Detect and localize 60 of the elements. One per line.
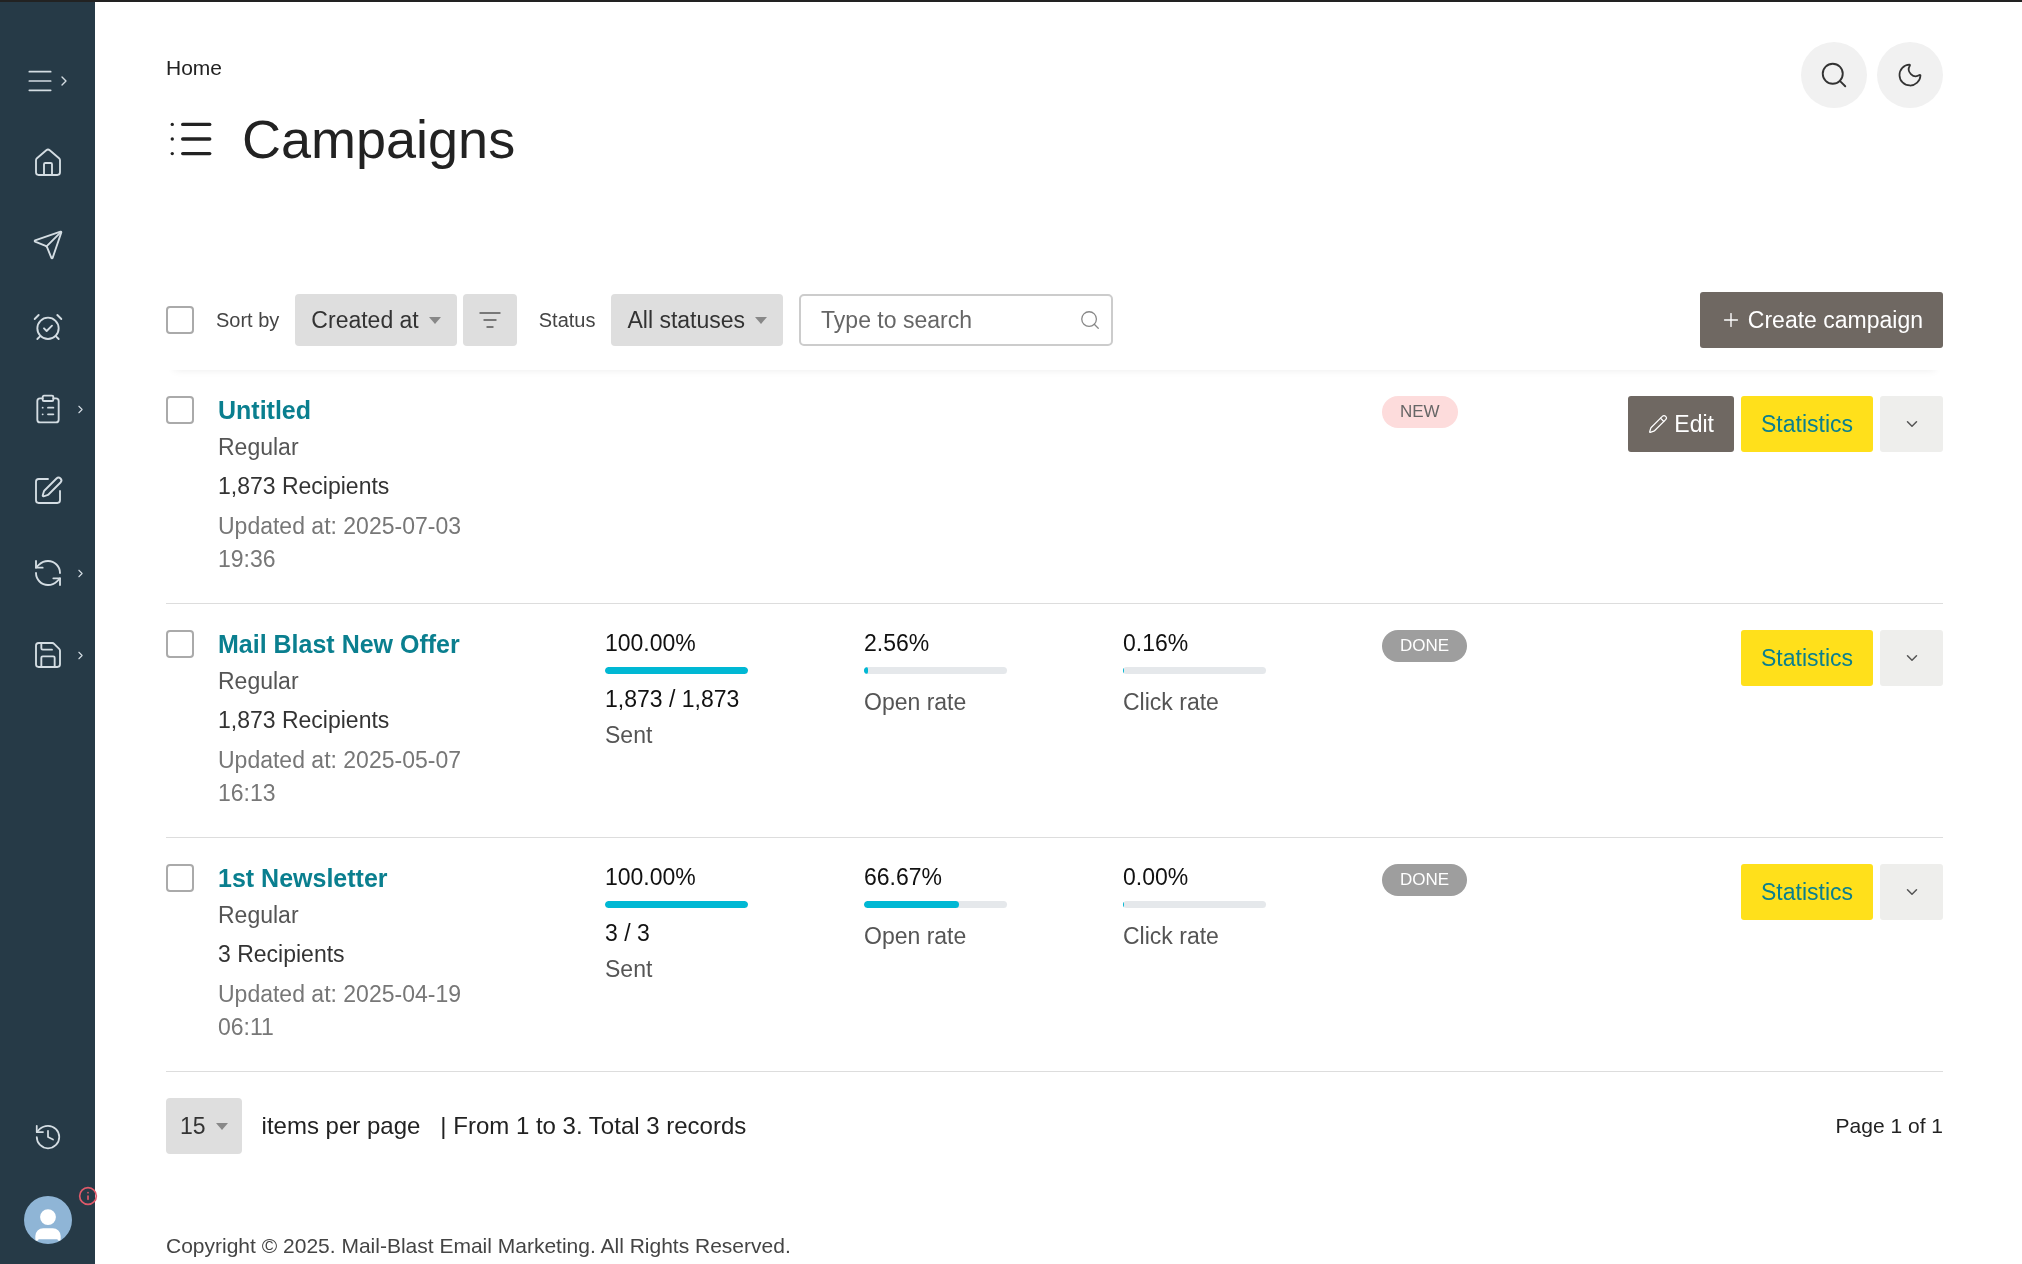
pencil-icon [1648,414,1669,434]
campaign-name-link[interactable]: 1st Newsletter [218,864,605,893]
updated-at: Updated at: 2025-05-07 16:13 [218,745,462,809]
statistics-button[interactable]: Statistics [1740,396,1873,452]
alarm-icon [31,311,64,343]
search-field[interactable]: Type to search [799,294,1114,346]
send-icon [31,229,64,261]
moon-icon [1896,61,1924,89]
sort-select[interactable]: Created at [295,294,457,346]
campaign-name-link[interactable]: Mail Blast New Offer [218,630,605,659]
row-checkbox[interactable] [166,630,194,658]
sort-label: Sort by [216,308,280,332]
create-campaign-button[interactable]: Create campaign [1699,292,1943,348]
updated-at: Updated at: 2025-07-03 19:36 [218,511,462,575]
status-badge: NEW [1382,396,1458,428]
campaign-type: Regular [218,901,300,930]
recipients-count: 3 Recipients [218,940,346,970]
metric-value: 2.56% [864,630,931,657]
button-label: Create campaign [1747,306,1923,334]
copyright-text: Copyright © 2025. Mail-Blast Email Marketing. All Rights Reserved. [166,1234,792,1258]
status-select[interactable]: All statuses [611,294,784,346]
metric-label: Click rate [1123,688,1220,717]
select-all-checkbox[interactable] [166,306,194,334]
button-label: Edit [1674,410,1714,438]
metric-label: Sent [605,721,654,750]
search-icon [1819,60,1849,90]
search-icon [1079,309,1102,331]
metric-label: Open rate [864,922,968,951]
metric-label: Click rate [1123,922,1220,951]
metric-label: Open rate [864,688,968,717]
info-icon [77,1186,98,1206]
breadcrumb-link[interactable]: Home [166,56,223,80]
metric-value: 100.00% [605,864,697,891]
campaign-type: Regular [218,433,300,462]
statistics-button[interactable]: Statistics [1740,864,1873,920]
metric-value: 0.00% [1123,864,1190,891]
per-page-select[interactable]: 15 [166,1098,242,1154]
recipients-count: 1,873 Recipients [218,706,391,736]
sent-count: 3 / 3 [605,920,651,947]
campaign-type: Regular [218,667,300,696]
status-badge: DONE [1382,630,1468,662]
sort-order-button[interactable] [462,294,517,346]
row-checkbox[interactable] [166,864,194,892]
campaign-name-link[interactable]: Untitled [218,396,605,425]
metric-label: Sent [605,955,654,984]
status-label: Status [538,308,596,332]
page-indicator: Page 1 of 1 [1835,1114,1943,1138]
metric-value: 0.16% [1123,630,1190,657]
sent-count: 1,873 / 1,873 [605,686,741,713]
per-page-label: items per page [261,1112,421,1140]
edit-button[interactable]: Edit [1628,396,1734,452]
page-title: Campaigns [242,108,516,170]
status-badge: DONE [1382,864,1468,896]
records-summary: | From 1 to 3. Total 3 records [440,1112,747,1140]
statistics-button[interactable]: Statistics [1740,630,1873,686]
recipients-count: 1,873 Recipients [218,472,391,502]
updated-at: Updated at: 2025-04-19 06:11 [218,979,462,1043]
metric-value: 100.00% [605,630,697,657]
row-checkbox[interactable] [166,396,194,424]
metric-value: 66.67% [864,864,943,891]
